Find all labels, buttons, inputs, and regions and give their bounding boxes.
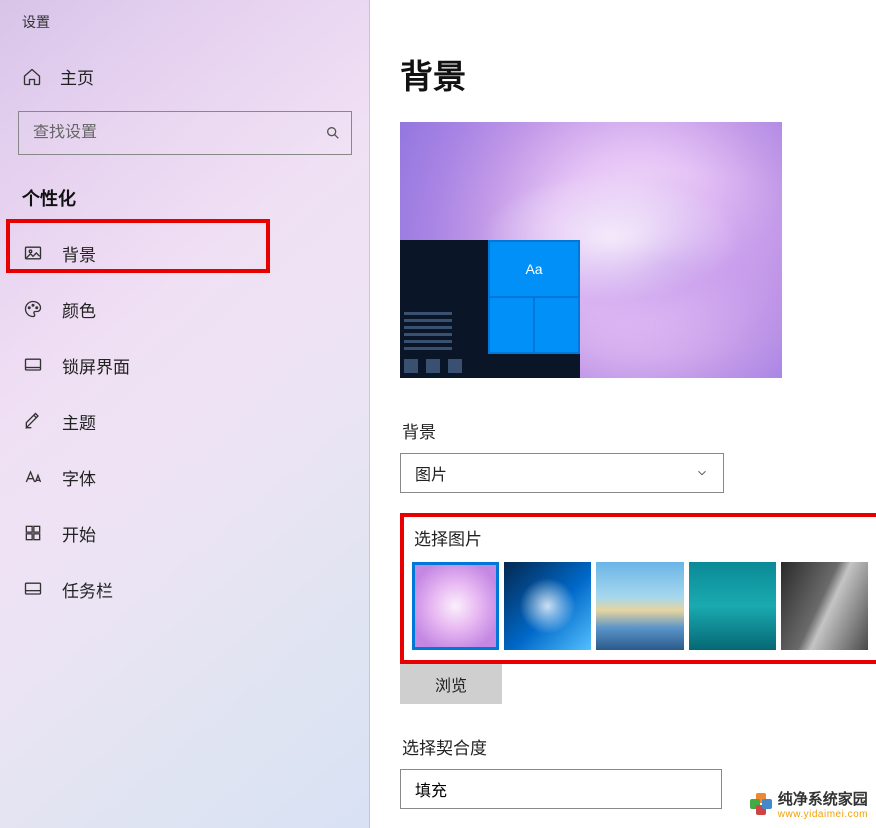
- nav-label: 任务栏: [62, 577, 113, 602]
- app-title: 设置: [0, 12, 370, 50]
- dropdown-value: 图片: [415, 461, 447, 485]
- highlight-box-thumbs: 选择图片: [400, 513, 876, 664]
- taskbar-icon: [22, 579, 44, 599]
- sidebar: 设置 主页 个性化 背景 颜色 锁屏界面: [0, 0, 370, 828]
- nav-label: 锁屏界面: [62, 353, 130, 378]
- preview-tile-aa: Aa: [490, 242, 578, 296]
- home-icon: [22, 67, 42, 87]
- home-label: 主页: [60, 64, 94, 89]
- search-icon: [325, 125, 341, 141]
- themes-icon: [22, 411, 44, 431]
- lockscreen-icon: [22, 355, 44, 375]
- nav-item-colors[interactable]: 颜色: [0, 281, 370, 337]
- nav-item-fonts[interactable]: 字体: [0, 449, 370, 505]
- wallpaper-thumb-0[interactable]: [412, 562, 499, 650]
- section-label: 个性化: [0, 155, 370, 225]
- nav-label: 字体: [62, 465, 96, 490]
- background-type-label: 背景: [400, 418, 866, 443]
- browse-button[interactable]: 浏览: [400, 664, 502, 704]
- home-nav-item[interactable]: 主页: [0, 50, 370, 103]
- fit-dropdown[interactable]: 填充: [400, 769, 722, 809]
- nav-item-start[interactable]: 开始: [0, 505, 370, 561]
- background-type-field: 背景 图片: [400, 418, 866, 493]
- choose-image-label: 选择图片: [412, 525, 868, 550]
- page-title: 背景: [400, 50, 866, 98]
- wallpaper-thumb-3[interactable]: [689, 562, 776, 650]
- watermark-logo-icon: [750, 793, 772, 815]
- fonts-icon: [22, 467, 44, 487]
- search-container: [0, 103, 370, 155]
- palette-icon: [22, 299, 44, 319]
- watermark: 纯净系统家园 www.yidaimei.com: [750, 788, 868, 820]
- nav-item-themes[interactable]: 主题: [0, 393, 370, 449]
- fit-value: 填充: [415, 777, 447, 801]
- main-panel: 背景 Aa 背景 图片 选择图片: [370, 0, 876, 828]
- background-preview: Aa: [400, 122, 782, 378]
- watermark-line1: 纯净系统家园: [778, 788, 868, 809]
- search-input[interactable]: [33, 124, 325, 142]
- start-icon: [22, 523, 44, 543]
- nav-item-background[interactable]: 背景: [0, 225, 370, 281]
- fit-label: 选择契合度: [400, 734, 866, 759]
- nav-label: 背景: [62, 241, 96, 266]
- wallpaper-thumb-2[interactable]: [596, 562, 683, 650]
- nav-item-taskbar[interactable]: 任务栏: [0, 561, 370, 617]
- search-box[interactable]: [18, 111, 352, 155]
- picture-icon: [22, 243, 44, 263]
- nav-label: 开始: [62, 521, 96, 546]
- nav-label: 颜色: [62, 297, 96, 322]
- wallpaper-thumb-4[interactable]: [781, 562, 868, 650]
- nav-label: 主题: [62, 409, 96, 434]
- preview-start-overlay: Aa: [400, 240, 580, 378]
- watermark-line2: www.yidaimei.com: [778, 809, 868, 820]
- background-type-dropdown[interactable]: 图片: [400, 453, 724, 493]
- thumbnail-row: [412, 562, 868, 650]
- chevron-down-icon: [695, 466, 709, 480]
- nav-item-lockscreen[interactable]: 锁屏界面: [0, 337, 370, 393]
- wallpaper-thumb-1[interactable]: [504, 562, 591, 650]
